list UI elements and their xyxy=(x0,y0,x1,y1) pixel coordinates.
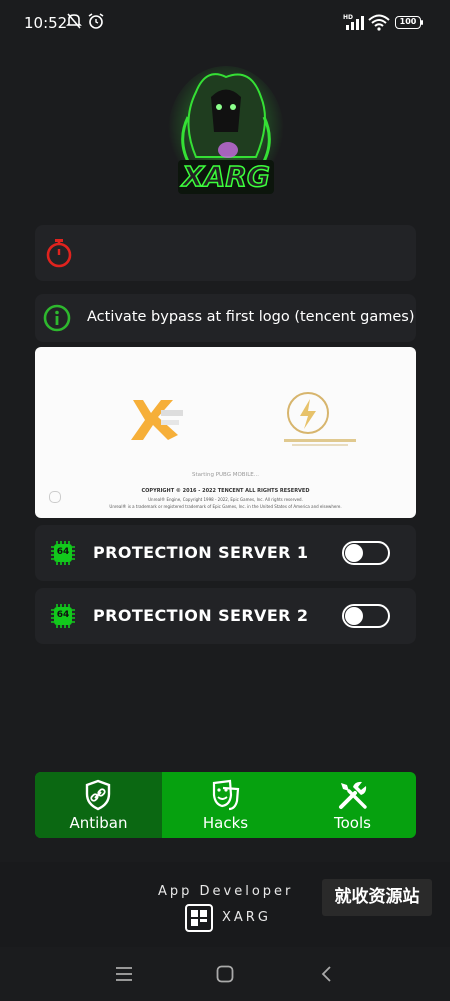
tab-antiban[interactable]: Antiban xyxy=(35,772,162,838)
copyright-line-2: Unreal® Engine, Copyright 1998 - 2022, E… xyxy=(148,497,303,502)
tab-tools[interactable]: Tools xyxy=(289,772,416,838)
status-bar: 10:52 HD 100 xyxy=(0,0,450,46)
rating-badge-icon xyxy=(49,491,61,503)
server-2-label: PROTECTION SERVER 2 xyxy=(93,606,309,625)
server-1-toggle[interactable] xyxy=(342,541,390,565)
wifi-icon xyxy=(368,14,390,31)
mute-icon xyxy=(66,13,82,29)
tab-hacks-label: Hacks xyxy=(202,814,249,832)
timer-card xyxy=(35,225,416,281)
tools-icon xyxy=(339,781,367,809)
masks-icon xyxy=(212,779,240,811)
tab-hacks[interactable]: Hacks xyxy=(162,772,289,838)
tencent-games-logo xyxy=(131,400,183,440)
developer-logo-icon xyxy=(185,904,213,932)
starting-text: Starting PUBG MOBILE... xyxy=(192,472,259,478)
menu-icon[interactable] xyxy=(115,966,133,982)
logo-text: XARG xyxy=(181,159,270,194)
tab-antiban-label: Antiban xyxy=(69,814,128,832)
battery-indicator: 100 xyxy=(395,16,421,29)
lightspeed-logo xyxy=(284,392,356,446)
bottom-navigation: Antiban Hacks Tools xyxy=(35,772,416,838)
watermark-label: 就收资源站 xyxy=(322,879,432,916)
system-navigation-bar xyxy=(0,947,450,1001)
battery-level: 100 xyxy=(399,17,417,26)
chip-badge-text: 64 xyxy=(56,547,70,557)
developer-name: XARG xyxy=(222,910,271,925)
battery-tip xyxy=(421,20,423,25)
tab-tools-label: Tools xyxy=(334,814,371,832)
info-text: Activate bypass at first logo (tencent g… xyxy=(87,309,415,325)
status-time: 10:52 xyxy=(24,14,68,32)
server-2-toggle[interactable] xyxy=(342,604,390,628)
server-1-label: PROTECTION SERVER 1 xyxy=(93,543,309,562)
server-1-row: 64 PROTECTION SERVER 1 xyxy=(35,525,416,581)
info-card: Activate bypass at first logo (tencent g… xyxy=(35,294,416,342)
toggle-knob xyxy=(345,544,363,562)
back-icon[interactable] xyxy=(320,965,332,983)
chip-64-icon: 64 xyxy=(51,541,75,565)
copyright-line-1: COPYRIGHT © 2016 - 2022 TENCENT ALL RIGH… xyxy=(141,488,310,494)
chip-64-icon: 64 xyxy=(51,604,75,628)
toggle-knob xyxy=(345,607,363,625)
alarm-icon xyxy=(88,13,104,29)
shield-link-icon xyxy=(85,779,111,811)
signal-icon xyxy=(346,16,364,30)
copyright-line-3: Unreal® is a trademark or registered tra… xyxy=(109,504,342,509)
chip-badge-text: 64 xyxy=(56,610,70,620)
server-2-row: 64 PROTECTION SERVER 2 xyxy=(35,588,416,644)
stopwatch-icon xyxy=(46,239,72,268)
app-logo: XARG xyxy=(166,62,286,202)
footer-title: App Developer xyxy=(158,884,294,899)
home-icon[interactable] xyxy=(216,965,234,983)
info-icon xyxy=(43,304,71,332)
splash-preview-image: Starting PUBG MOBILE... COPYRIGHT © 2016… xyxy=(35,347,416,518)
